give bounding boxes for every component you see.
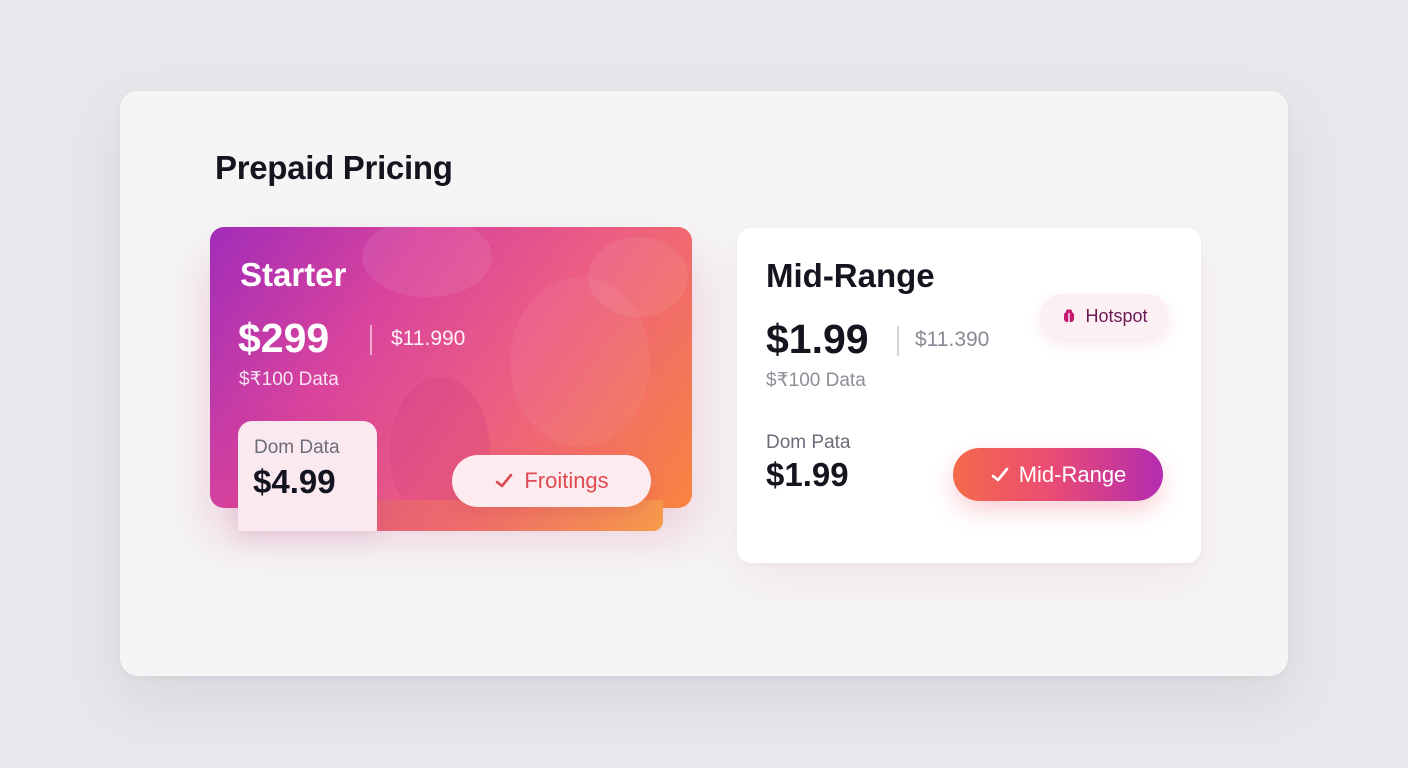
decorative-blob [362,227,492,297]
starter-dom-label: Dom Data [254,437,340,458]
starter-alt-price: $11.990 [391,327,466,350]
starter-button-label: Froitings [524,468,609,493]
decorative-blob [510,277,650,447]
mid-range-dom-label: Dom Pata [766,432,851,453]
hotspot-icon [1061,308,1077,324]
price-divider [897,326,899,356]
mid-range-alt-price: $11.390 [915,328,990,351]
mid-range-plan-name: Mid-Range [766,257,935,294]
hotspot-label: Hotspot [1085,305,1148,326]
hotspot-badge[interactable]: Hotspot [1040,294,1169,338]
mid-range-select-button[interactable]: Mid-Range [953,448,1163,501]
starter-plan-price: $299 [238,315,330,361]
mid-range-button-label: Mid-Range [1018,461,1127,487]
check-icon [990,465,1010,485]
starter-select-button[interactable]: Froitings [452,455,651,507]
starter-dom-price: $4.99 [253,463,336,500]
mid-range-plan-card[interactable]: Mid-Range $1.99 $11.390 $₹100 Data Dom P… [737,228,1201,563]
starter-plan-name: Starter [240,256,347,293]
mid-range-plan-price: $1.99 [766,316,869,362]
starter-dom-data-box: Dom Data $4.99 [238,421,377,531]
mid-range-dom-price: $1.99 [766,456,849,493]
page-title: Prepaid Pricing [215,149,453,186]
starter-data-label: $₹100 Data [239,369,339,390]
price-divider [370,325,372,355]
check-icon [494,471,514,491]
mid-range-data-label: $₹100 Data [766,370,866,391]
